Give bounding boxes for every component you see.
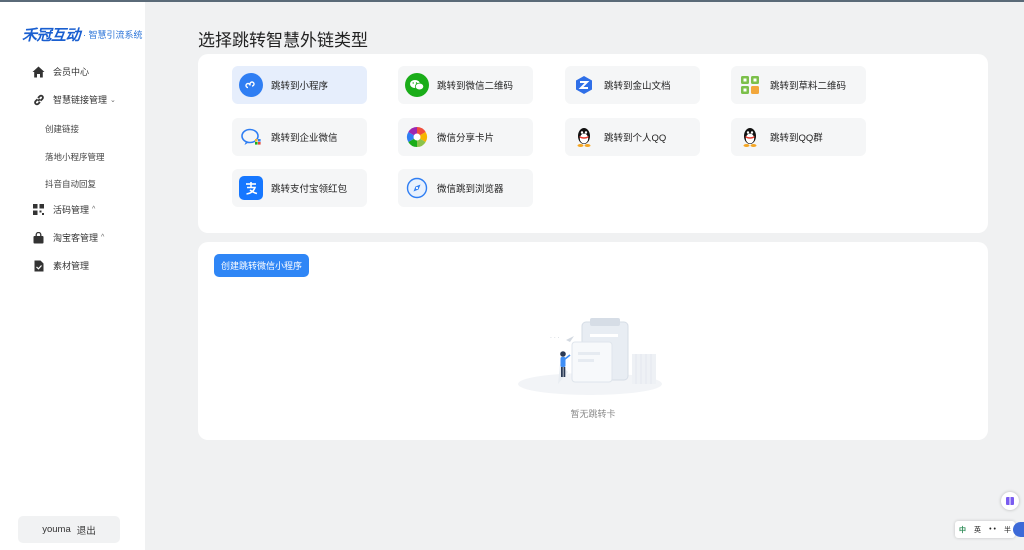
sidebar-item-label: 智慧链接管理 <box>53 95 108 105</box>
wecom-icon <box>239 125 263 149</box>
wechat-icon <box>405 73 429 97</box>
sidebar-item-materials[interactable]: 素材管理 <box>32 259 89 272</box>
option-alipay-redpacket[interactable]: 跳转支付宝领红包 <box>232 169 367 207</box>
book-icon <box>1006 497 1014 505</box>
option-label: 跳转到企业微信 <box>271 133 338 144</box>
option-caoliao-qrcode[interactable]: 跳转到草料二维码 <box>731 66 866 104</box>
create-miniprogram-jump-button[interactable]: 创建跳转微信小程序 <box>214 254 310 277</box>
link-type-panel: 跳转到小程序 跳转到微信二维码 跳转到金山文档 跳转到草料二维码 跳转到企业微信… <box>198 54 988 233</box>
ime-toolbar[interactable]: 中 英 • • 半 <box>955 521 1015 538</box>
side-float-tab[interactable] <box>1013 522 1024 537</box>
empty-state-text: 暂无跳转卡 <box>570 409 616 419</box>
sidebar-subitem-douyin-reply[interactable]: 抖音自动回复 <box>45 178 96 190</box>
link-icon <box>32 93 45 106</box>
empty-state-illustration: · · · <box>518 318 662 395</box>
miniprogram-icon <box>239 73 263 97</box>
ime-dots: • • <box>989 526 996 533</box>
caoliao-qrcode-icon <box>738 73 762 97</box>
qrcode-icon <box>32 203 45 216</box>
user-box: youma 退出 <box>18 516 120 543</box>
share-card-icon <box>405 125 429 149</box>
qq-icon <box>572 125 596 149</box>
option-share-card[interactable]: 微信分享卡片 <box>398 118 533 156</box>
option-label: 跳转到小程序 <box>271 81 329 92</box>
bag-icon <box>32 231 45 244</box>
option-miniprogram[interactable]: 跳转到小程序 <box>232 66 367 104</box>
logout-link[interactable]: 退出 <box>77 523 96 537</box>
option-label: 跳转支付宝领红包 <box>271 184 348 195</box>
ime-lang: 英 <box>974 526 982 534</box>
sidebar-item-member-center[interactable]: 会员中心 <box>32 65 89 78</box>
sidebar-item-live-code[interactable]: 活码管理 ^ <box>32 203 95 216</box>
option-personal-qq[interactable]: 跳转到个人QQ <box>565 118 700 156</box>
option-label: 微信跳到浏览器 <box>437 184 504 195</box>
option-label: 跳转到QQ群 <box>770 133 823 144</box>
file-icon <box>32 259 45 272</box>
option-wecom[interactable]: 跳转到企业微信 <box>232 118 367 156</box>
brand-subtitle: · 智慧引流系统 <box>83 30 143 40</box>
sidebar-item-smart-link[interactable]: 智慧链接管理 ⌄ <box>32 93 116 106</box>
chevron-up-icon: ^ <box>92 206 96 213</box>
sidebar-subitem-create-link[interactable]: 创建链接 <box>45 123 79 135</box>
option-label: 跳转到金山文档 <box>604 81 671 92</box>
ime-width: 半 <box>1003 526 1011 534</box>
option-wechat-to-browser[interactable]: 微信跳到浏览器 <box>398 169 533 207</box>
alipay-icon <box>239 176 263 200</box>
page-title: 选择跳转智慧外链类型 <box>198 31 368 50</box>
sidebar-item-label: 淘宝客管理 <box>53 233 99 243</box>
kdocs-icon <box>572 73 596 97</box>
sidebar-item-taobaoke[interactable]: 淘宝客管理 ^ <box>32 231 104 244</box>
option-label: 跳转到微信二维码 <box>437 81 514 92</box>
option-wechat-qrcode[interactable]: 跳转到微信二维码 <box>398 66 533 104</box>
option-kdocs[interactable]: 跳转到金山文档 <box>565 66 700 104</box>
chevron-up-icon: ^ <box>101 234 105 241</box>
option-label: 跳转到草料二维码 <box>770 81 847 92</box>
brand-name: 禾冠互动 <box>22 27 81 44</box>
sidebar: 禾冠互动 · 智慧引流系统 会员中心 智慧链接管理 ⌄ 创建链接 落地小程序管理… <box>0 2 145 550</box>
brand-logo: 禾冠互动 · 智慧引流系统 <box>22 24 143 45</box>
window-top-border <box>0 0 1024 2</box>
option-label: 跳转到个人QQ <box>604 133 667 144</box>
book-float-button[interactable] <box>1001 492 1019 510</box>
browser-icon <box>405 176 429 200</box>
sidebar-item-label: 会员中心 <box>53 67 90 77</box>
qq-group-icon <box>738 125 762 149</box>
ime-logo-icon: 中 <box>959 526 967 534</box>
sidebar-subitem-landing-miniprogram[interactable]: 落地小程序管理 <box>45 151 105 163</box>
option-qq-group[interactable]: 跳转到QQ群 <box>731 118 866 156</box>
sidebar-item-label: 素材管理 <box>53 261 90 271</box>
jump-card-list-panel: 创建跳转微信小程序 · · · 暂无跳转卡 <box>198 242 988 440</box>
home-icon <box>32 65 45 78</box>
svg-text:· · ·: · · · <box>550 335 560 342</box>
sidebar-item-label: 活码管理 <box>53 205 90 215</box>
username: youma <box>42 524 71 535</box>
option-label: 微信分享卡片 <box>437 133 495 144</box>
chevron-down-icon: ⌄ <box>110 96 116 104</box>
